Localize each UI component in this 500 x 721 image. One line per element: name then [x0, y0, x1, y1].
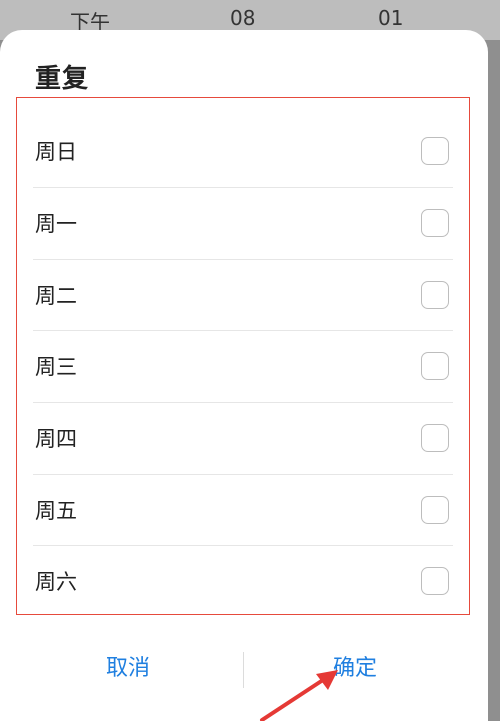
checkbox-friday[interactable] [421, 496, 449, 524]
weekday-label: 周日 [35, 140, 77, 164]
picker-minute: 01 [378, 6, 404, 30]
checkbox-thursday[interactable] [421, 424, 449, 452]
weekday-list-highlight: 周日 周一 周二 周三 周四 周五 周六 [16, 97, 470, 615]
weekday-item-sunday[interactable]: 周日 [33, 115, 453, 187]
weekday-label: 周六 [35, 570, 77, 594]
weekday-label: 周四 [35, 427, 77, 451]
weekday-label: 周五 [35, 499, 77, 523]
checkbox-monday[interactable] [421, 209, 449, 237]
baidu-jingyan-logo-icon [391, 663, 478, 687]
checkbox-wednesday[interactable] [421, 352, 449, 380]
weekday-item-wednesday[interactable]: 周三 [33, 330, 453, 402]
weekday-label: 周二 [35, 284, 77, 308]
checkbox-tuesday[interactable] [421, 281, 449, 309]
weekday-label: 周三 [35, 355, 77, 379]
weekday-item-monday[interactable]: 周一 [33, 187, 453, 259]
footer-divider [243, 652, 244, 688]
arrow-icon [260, 670, 338, 721]
weekday-item-friday[interactable]: 周五 [33, 474, 453, 546]
repeat-dialog: 重复 周日 周一 周二 周三 周四 周五 周六 取消 确定 [0, 30, 488, 721]
weekday-item-tuesday[interactable]: 周二 [33, 259, 453, 331]
picker-hour: 08 [230, 6, 256, 30]
weekday-item-thursday[interactable]: 周四 [33, 402, 453, 474]
checkbox-sunday[interactable] [421, 137, 449, 165]
checkbox-saturday[interactable] [421, 567, 449, 595]
dialog-title: 重复 [35, 64, 90, 94]
weekday-item-saturday[interactable]: 周六 [33, 545, 453, 617]
weekday-label: 周一 [35, 212, 77, 236]
cancel-button[interactable]: 取消 [106, 650, 150, 682]
